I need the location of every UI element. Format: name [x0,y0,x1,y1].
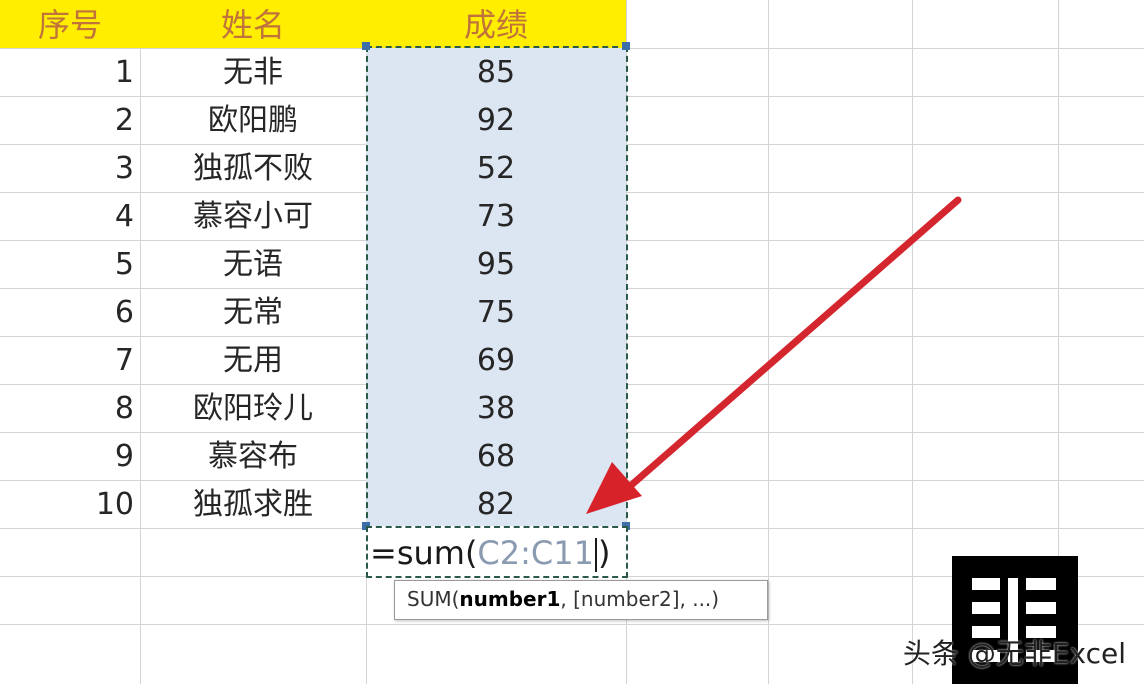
seq-cell[interactable]: 5 [0,240,140,288]
seq-cell[interactable]: 7 [0,336,140,384]
text-cursor [594,538,597,572]
formula-suffix: ) [597,534,611,572]
formula-range-ref: C2:C11 [477,534,594,572]
grid-column-line [768,0,769,684]
seq-cell[interactable]: 1 [0,48,140,96]
name-cell[interactable]: 无用 [140,336,366,384]
selection-handle-top-left[interactable] [362,42,370,50]
header-name[interactable]: 姓名 [140,0,366,48]
name-cell[interactable]: 独孤不败 [140,144,366,192]
seq-cell[interactable]: 10 [0,480,140,528]
watermark-text: 头条 @无非Excel [902,637,1126,670]
function-tooltip[interactable]: SUM(number1, [number2], ...) [394,580,768,620]
selection-handle-top-right[interactable] [622,42,630,50]
name-cell[interactable]: 欧阳鹏 [140,96,366,144]
seq-cell[interactable]: 3 [0,144,140,192]
tooltip-arg1[interactable]: number1 [459,587,560,611]
header-seq[interactable]: 序号 [0,0,140,48]
spreadsheet-grid: 序号 姓名 成绩 1 无非 85 2 欧阳鹏 92 3 独孤不败 52 4 慕容小可 73 5 无语 95 6… [0,0,1144,684]
seq-cell[interactable]: 6 [0,288,140,336]
name-cell[interactable]: 慕容布 [140,432,366,480]
seq-cell[interactable]: 2 [0,96,140,144]
name-cell[interactable]: 无非 [140,48,366,96]
seq-cell[interactable]: 4 [0,192,140,240]
name-cell[interactable]: 慕容小可 [140,192,366,240]
header-score[interactable]: 成绩 [366,0,626,48]
name-cell[interactable]: 无语 [140,240,366,288]
grid-column-line [912,0,913,684]
name-cell[interactable]: 欧阳玲儿 [140,384,366,432]
selection-marquee [366,46,628,528]
tooltip-fn: SUM( [407,587,460,611]
seq-cell[interactable]: 9 [0,432,140,480]
formula-prefix: =sum( [370,534,478,572]
name-cell[interactable]: 独孤求胜 [140,480,366,528]
tooltip-rest: , [number2], ...) [560,587,720,611]
name-cell[interactable]: 无常 [140,288,366,336]
seq-cell[interactable]: 8 [0,384,140,432]
formula-input[interactable]: =sum(C2:C11) [370,528,610,576]
